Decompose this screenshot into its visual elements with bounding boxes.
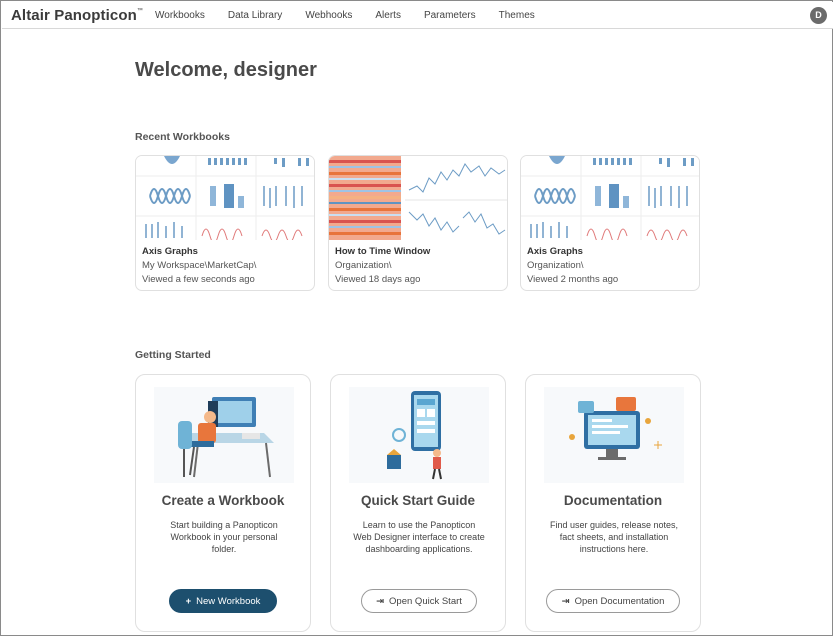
monitor-documents-illustration <box>544 387 684 483</box>
page-title: Welcome, designer <box>135 59 317 81</box>
workbook-path: Organization\ <box>335 260 392 271</box>
card-title: Documentation <box>563 493 663 508</box>
recent-workbook-card-3[interactable]: Axis Graphs Organization\ Viewed 2 month… <box>520 155 700 291</box>
recent-workbook-card-2[interactable]: How to Time Window Organization\ Viewed … <box>328 155 508 291</box>
workbook-path: Organization\ <box>527 260 584 271</box>
trademark-mark: ™ <box>136 8 143 14</box>
open-documentation-button[interactable]: ⇥ Open Documentation <box>546 589 680 613</box>
recent-workbooks-heading: Recent Workbooks <box>135 131 230 143</box>
card-description: Find user guides, release notes, fact sh… <box>549 520 679 554</box>
workbook-path: My Workspace\MarketCap\ <box>142 260 257 271</box>
documentation-card: Documentation Find user guides, release … <box>525 374 701 632</box>
plus-icon: + <box>185 595 192 607</box>
button-label: Open Quick Start <box>389 595 462 607</box>
workbook-viewed-time: Viewed a few seconds ago <box>142 274 255 285</box>
workbook-name: Axis Graphs <box>142 246 198 257</box>
desk-workspace-illustration <box>154 387 294 483</box>
open-external-icon: ⇥ <box>561 595 570 607</box>
app-frame: Altair Panopticon™ Workbooks Data Librar… <box>0 0 833 636</box>
quick-start-guide-card: Quick Start Guide Learn to use the Panop… <box>330 374 506 632</box>
nav-themes[interactable]: Themes <box>499 10 535 21</box>
new-workbook-button[interactable]: + New Workbook <box>169 589 277 613</box>
top-navigation-bar: Altair Panopticon™ Workbooks Data Librar… <box>2 2 833 29</box>
create-workbook-card: Create a Workbook Start building a Panop… <box>135 374 311 632</box>
main-nav: Workbooks Data Library Webhooks Alerts P… <box>155 10 558 21</box>
workbook-viewed-time: Viewed 18 days ago <box>335 274 421 285</box>
nav-workbooks[interactable]: Workbooks <box>155 10 205 21</box>
workbook-thumbnail <box>136 156 314 240</box>
open-external-icon: ⇥ <box>376 595 385 607</box>
user-avatar[interactable]: D <box>810 7 827 24</box>
card-title: Create a Workbook <box>161 493 285 508</box>
button-label: Open Documentation <box>574 595 665 607</box>
nav-parameters[interactable]: Parameters <box>424 10 476 21</box>
brand-logo[interactable]: Altair Panopticon™ <box>11 7 143 24</box>
card-description: Start building a Panopticon Workbook in … <box>170 520 278 554</box>
card-description: Learn to use the Panopticon Web Designer… <box>353 520 485 554</box>
getting-started-heading: Getting Started <box>135 349 211 361</box>
workbook-viewed-time: Viewed 2 months ago <box>527 274 619 285</box>
nav-alerts[interactable]: Alerts <box>375 10 401 21</box>
workbook-thumbnail <box>521 156 699 240</box>
open-quick-start-button[interactable]: ⇥ Open Quick Start <box>361 589 477 613</box>
button-label: New Workbook <box>196 595 261 607</box>
phone-guide-illustration <box>349 387 489 483</box>
workbook-thumbnail <box>329 156 507 240</box>
brand-name: Altair Panopticon <box>11 7 137 24</box>
workbook-name: How to Time Window <box>335 246 431 257</box>
nav-data-library[interactable]: Data Library <box>228 10 282 21</box>
recent-workbook-card-1[interactable]: Axis Graphs My Workspace\MarketCap\ View… <box>135 155 315 291</box>
nav-webhooks[interactable]: Webhooks <box>305 10 352 21</box>
workbook-name: Axis Graphs <box>527 246 583 257</box>
card-title: Quick Start Guide <box>360 493 476 508</box>
